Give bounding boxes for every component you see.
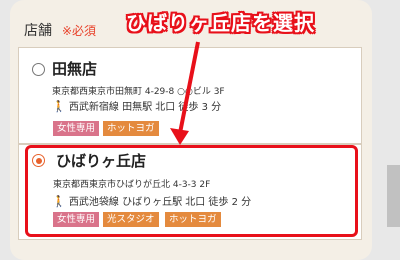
annotation-arrow (170, 41, 200, 145)
scrollbar-thumb[interactable] (387, 165, 400, 227)
